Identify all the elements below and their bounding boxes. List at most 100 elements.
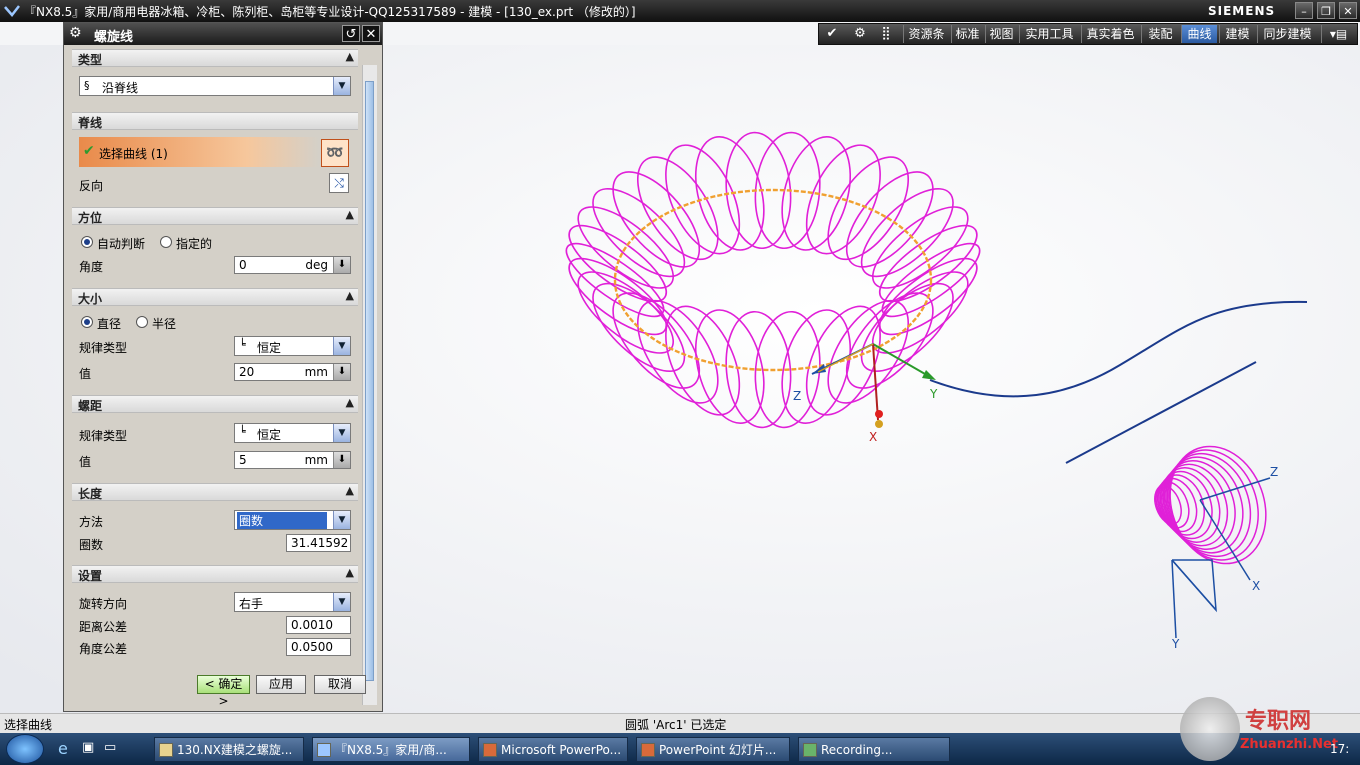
- radio-specified-label: 指定的: [176, 237, 213, 251]
- cone-z-label: Z: [1270, 465, 1278, 479]
- grid-icon[interactable]: ⣿: [877, 26, 895, 42]
- task-folder[interactable]: 130.NX建模之螺旋...: [154, 737, 304, 762]
- tab-view[interactable]: 视图: [985, 25, 1017, 43]
- section-length[interactable]: 长度 ▲: [72, 483, 358, 501]
- dialog-scrollbar[interactable]: [362, 65, 377, 705]
- size-value-input[interactable]: 20 mm ⬇: [234, 363, 351, 381]
- angle-tolerance-input[interactable]: 0.0500: [286, 638, 351, 656]
- cancel-button[interactable]: 取消: [314, 675, 366, 694]
- tab-assembly[interactable]: 装配: [1141, 25, 1179, 43]
- cone-x-label: X: [1252, 579, 1260, 593]
- collapse-icon: ▲: [345, 396, 354, 409]
- tab-resource-bar[interactable]: 资源条: [903, 25, 949, 43]
- distance-tolerance-input[interactable]: 0.0010: [286, 616, 351, 634]
- curve-select-icon[interactable]: ➿: [321, 139, 349, 167]
- show-desktop-icon[interactable]: ▣: [82, 740, 94, 755]
- rotation-label: 旋转方向: [79, 597, 128, 611]
- tab-true-shading[interactable]: 真实着色: [1081, 25, 1139, 43]
- reverse-direction-icon[interactable]: ⤭: [329, 173, 349, 193]
- angle-label: 角度: [79, 260, 104, 274]
- chevron-down-icon: ▼: [333, 424, 350, 442]
- section-orientation[interactable]: 方位 ▲: [72, 207, 358, 225]
- pitch-value-label: 值: [79, 455, 92, 469]
- spin-down-icon[interactable]: ⬇: [333, 257, 350, 273]
- law-icon: ╘: [239, 425, 246, 438]
- type-dropdown[interactable]: 沿脊线 § ▼: [79, 76, 351, 96]
- task-slideshow[interactable]: PowerPoint 幻灯片...: [636, 737, 790, 762]
- method-dropdown[interactable]: 圈数 ▼: [234, 510, 351, 530]
- triad-z-label: Z: [793, 389, 801, 403]
- radio-radius-label: 半径: [152, 317, 177, 331]
- pitch-value-input[interactable]: 5 mm ⬇: [234, 451, 351, 469]
- helix-type-icon: §: [84, 79, 90, 92]
- radio-diameter[interactable]: [81, 316, 93, 328]
- dialog-settings-icon[interactable]: ⚙: [69, 25, 82, 41]
- ok-button[interactable]: < 确定 >: [197, 675, 250, 708]
- radio-specified[interactable]: [160, 236, 172, 248]
- dialog-header: ⚙ 螺旋线 ↺ ✕: [64, 23, 382, 45]
- section-type[interactable]: 类型 ▲: [72, 49, 358, 67]
- check-icon: ✔: [83, 143, 95, 159]
- start-button[interactable]: [6, 734, 44, 764]
- rotation-dropdown[interactable]: 右手 ▼: [234, 592, 351, 612]
- size-law-dropdown[interactable]: ╘ 恒定 ▼: [234, 336, 351, 356]
- section-pitch[interactable]: 螺距 ▲: [72, 395, 358, 413]
- angle-input[interactable]: 0 deg ⬇: [234, 256, 351, 274]
- task-recording[interactable]: Recording...: [798, 737, 950, 762]
- cone-y-label: Y: [1171, 637, 1180, 651]
- tab-modeling[interactable]: 建模: [1219, 25, 1255, 43]
- gear-icon[interactable]: ⚙: [851, 26, 869, 42]
- select-curve-row[interactable]: ✔ 选择曲线 (1): [79, 137, 319, 167]
- close-window-button[interactable]: ✕: [1339, 2, 1357, 19]
- section-spine[interactable]: 脊线: [72, 112, 358, 130]
- spin-down-icon[interactable]: ⬇: [333, 364, 350, 380]
- nx-menu-icon[interactable]: ✔: [823, 26, 841, 42]
- scroll-thumb[interactable]: [365, 81, 374, 681]
- angle-tolerance-label: 角度公差: [79, 642, 128, 656]
- title-bar: 『NX8.5』家用/商用电器冰箱、冷柜、陈列柜、岛柜等专业设计-QQ125317…: [0, 0, 1360, 22]
- window-title: 『NX8.5』家用/商用电器冰箱、冷柜、陈列柜、岛柜等专业设计-QQ125317…: [24, 5, 636, 19]
- apply-button[interactable]: 应用: [256, 675, 306, 694]
- siemens-brand: SIEMENS: [1208, 4, 1276, 18]
- collapse-icon: ▲: [345, 289, 354, 302]
- turns-input[interactable]: 31.41592: [286, 534, 351, 552]
- turns-label: 圈数: [79, 538, 104, 552]
- status-message: 圆弧 'Arc1' 已选定: [625, 718, 727, 732]
- triad-x-label: X: [869, 430, 877, 444]
- helix-dialog: ⚙ 螺旋线 ↺ ✕ 类型 ▲ 沿脊线 § ▼ 脊线 ✔ 选择曲线 (1) ➿ 反向…: [63, 22, 383, 712]
- chevron-down-icon: ▼: [333, 511, 350, 529]
- chevron-down-icon: ▼: [333, 77, 350, 95]
- toolbar-options-dropdown[interactable]: ▾▤: [1321, 25, 1355, 43]
- restore-button[interactable]: ❐: [1317, 2, 1335, 19]
- watermark-en: Zhuanzhi.Net: [1240, 737, 1339, 752]
- dialog-title: 螺旋线: [94, 30, 134, 45]
- main-toolbar: ✔ ⚙ ⣿ 资源条 标准 视图 实用工具 真实着色 装配 曲线 建模 同步建模 …: [818, 23, 1358, 45]
- dialog-close-button[interactable]: ✕: [362, 25, 380, 42]
- task-powerpoint[interactable]: Microsoft PowerPo...: [478, 737, 628, 762]
- tab-standard[interactable]: 标准: [951, 25, 983, 43]
- task-nx[interactable]: 『NX8.5』家用/商...: [312, 737, 470, 762]
- collapse-icon: ▲: [345, 566, 354, 579]
- section-settings[interactable]: 设置 ▲: [72, 565, 358, 583]
- taskbar: e ▣ ▭ 130.NX建模之螺旋... 『NX8.5』家用/商... Micr…: [0, 697, 1360, 765]
- triad-y-label: Y: [929, 387, 938, 401]
- tab-curve[interactable]: 曲线: [1181, 25, 1217, 43]
- reset-icon[interactable]: ↺: [342, 25, 360, 42]
- watermark-cn: 专职网: [1245, 708, 1312, 734]
- radio-radius[interactable]: [136, 316, 148, 328]
- recording-icon: [803, 743, 817, 757]
- spin-down-icon[interactable]: ⬇: [333, 452, 350, 468]
- collapse-icon: ▲: [345, 50, 354, 63]
- section-size[interactable]: 大小 ▲: [72, 288, 358, 306]
- radio-auto[interactable]: [81, 236, 93, 248]
- folder-icon: [159, 743, 173, 757]
- switch-windows-icon[interactable]: ▭: [104, 740, 116, 755]
- distance-tolerance-label: 距离公差: [79, 620, 128, 634]
- minimize-button[interactable]: –: [1295, 2, 1313, 19]
- tab-utilities[interactable]: 实用工具: [1019, 25, 1079, 43]
- collapse-icon: ▲: [345, 208, 354, 221]
- tab-sync-modeling[interactable]: 同步建模: [1257, 25, 1317, 43]
- ie-icon[interactable]: e: [58, 739, 68, 758]
- collapse-icon: ▲: [345, 484, 354, 497]
- pitch-law-dropdown[interactable]: ╘ 恒定 ▼: [234, 423, 351, 443]
